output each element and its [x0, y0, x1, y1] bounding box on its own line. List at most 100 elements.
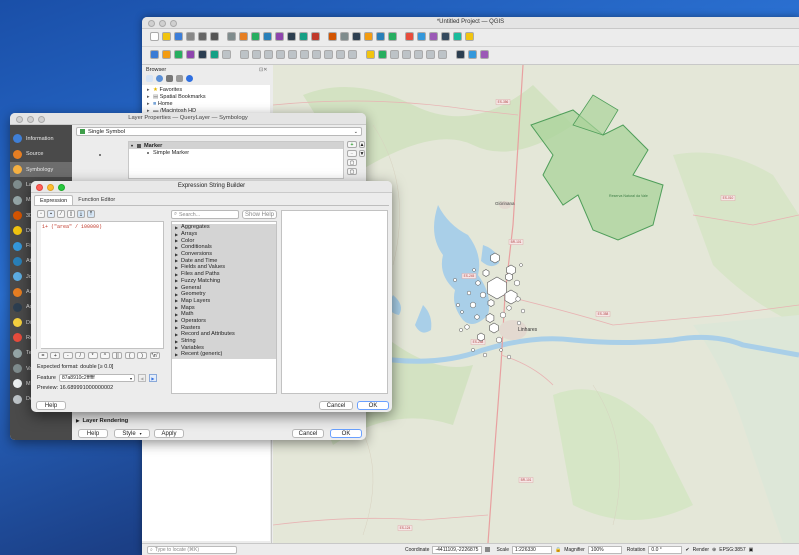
function-group[interactable]: ▶ Maps — [172, 304, 276, 311]
toolbar-tool-icon[interactable] — [162, 32, 171, 41]
toolbar-tool-icon[interactable] — [210, 50, 219, 59]
toolbar-tool-icon[interactable] — [239, 32, 248, 41]
show-help-button[interactable]: Show Help — [242, 210, 277, 219]
expression-editor[interactable]: 1+ ("area" / 100000) — [36, 221, 164, 350]
operator-button[interactable]: / — [75, 352, 86, 359]
function-group[interactable]: ▶ Arrays — [172, 230, 276, 238]
toolbar-tool-icon[interactable] — [453, 32, 462, 41]
toolbar-tool-icon[interactable] — [402, 50, 411, 59]
toolbar-tool-icon[interactable] — [390, 50, 399, 59]
function-group[interactable]: ▶ Variables — [172, 344, 276, 352]
browser-item-home[interactable]: ▸ ■ Home — [142, 100, 270, 107]
operator-button[interactable]: '\n' — [149, 352, 160, 359]
crs-label[interactable]: EPSG:3857 — [719, 547, 745, 553]
lock-icon[interactable]: 🔒 — [555, 547, 561, 553]
toolbar-tool-icon[interactable] — [311, 32, 320, 41]
save-icon[interactable]: ▪ — [47, 210, 55, 218]
toolbar-tool-icon[interactable] — [264, 50, 273, 59]
operator-button[interactable]: * — [87, 352, 98, 359]
previous-feature-icon[interactable]: ◀ — [137, 374, 146, 382]
move-up-button[interactable]: ▲ — [359, 141, 365, 148]
function-group[interactable]: ▶ Geometry — [172, 290, 276, 298]
toolbar-tool-icon[interactable] — [364, 32, 373, 41]
toolbar-tool-icon[interactable] — [222, 50, 231, 59]
crs-icon[interactable]: ⊕ — [712, 547, 716, 553]
sidebar-item-information[interactable]: Information — [10, 131, 72, 147]
layer-properties-titlebar[interactable]: Layer Properties — QueryLayer — Symbolog… — [10, 113, 366, 125]
toolbar-tool-icon[interactable] — [336, 50, 345, 59]
function-group[interactable]: ▶ Aggregates — [172, 224, 276, 231]
toolbar-tool-icon[interactable] — [324, 50, 333, 59]
toolbar-tool-icon[interactable] — [465, 32, 474, 41]
operator-button[interactable]: ) — [137, 352, 148, 359]
toolbar-tool-icon[interactable] — [150, 50, 159, 59]
sidebar-item-symbology[interactable]: Symbology — [10, 162, 72, 178]
operator-button[interactable]: ( — [124, 352, 135, 359]
remove-layer-button[interactable]: − — [347, 150, 357, 157]
layer-ok-button[interactable]: OK — [330, 429, 362, 438]
layer-rendering-group[interactable]: ▶ Layer Rendering — [76, 418, 128, 424]
tab-function-editor[interactable]: Function Editor — [73, 195, 120, 205]
info-icon[interactable] — [186, 75, 193, 82]
tree-item-simple-marker[interactable]: Simple Marker — [129, 149, 343, 156]
scale-input[interactable]: 1:226330 — [511, 545, 552, 554]
edit-icon[interactable]: ⁄ — [57, 210, 65, 218]
toolbar-tool-icon[interactable] — [227, 32, 236, 41]
toolbar-tool-icon[interactable] — [312, 50, 321, 59]
operator-button[interactable]: - — [62, 352, 73, 359]
function-group[interactable]: ▶ Math — [172, 310, 276, 318]
filter-icon[interactable] — [166, 75, 173, 82]
collapse-icon[interactable] — [176, 75, 183, 82]
toolbar-tool-icon[interactable] — [468, 50, 477, 59]
toolbar-tool-icon[interactable] — [352, 32, 361, 41]
duplicate-layer-button[interactable]: ▢ — [347, 168, 357, 175]
toolbar-tool-icon[interactable] — [186, 32, 195, 41]
toolbar-tool-icon[interactable] — [348, 50, 357, 59]
layer-help-button[interactable]: Help — [78, 429, 108, 438]
qgis-titlebar[interactable]: *Untitled Project — QGIS — [142, 17, 799, 29]
move-down-button[interactable]: ▼ — [359, 150, 365, 157]
locate-box[interactable]: ⌕ Type to locate (⌘K) — [147, 545, 237, 554]
add-layer-button[interactable]: + — [347, 141, 357, 148]
toolbar-tool-icon[interactable] — [388, 32, 397, 41]
toolbar-tool-icon[interactable] — [441, 32, 450, 41]
tab-expression[interactable]: Expression — [34, 195, 74, 205]
function-group[interactable]: ▶ General — [172, 284, 276, 291]
toolbar-tool-icon[interactable] — [456, 50, 465, 59]
toolbar-tool-icon[interactable] — [240, 50, 249, 59]
operator-button[interactable]: ^ — [99, 352, 110, 359]
operator-button[interactable]: + — [50, 352, 61, 359]
function-group[interactable]: ▶ Recent (generic) — [172, 351, 276, 358]
toolbar-tool-icon[interactable] — [210, 32, 219, 41]
toolbar-tool-icon[interactable] — [480, 50, 489, 59]
new-file-icon[interactable]: ▫ — [37, 210, 45, 218]
toolbar-tool-icon[interactable] — [438, 50, 447, 59]
operator-button[interactable]: = — [38, 352, 48, 359]
function-group[interactable]: ▶ String — [172, 337, 276, 345]
renderer-select[interactable]: Single Symbol ⌄ — [76, 127, 362, 136]
sidebar-item-source[interactable]: Source — [10, 147, 72, 163]
toolbar-tool-icon[interactable] — [174, 50, 183, 59]
apply-button[interactable]: Apply — [154, 429, 184, 438]
toolbar-tool-icon[interactable] — [252, 50, 261, 59]
toolbar-tool-icon[interactable] — [378, 50, 387, 59]
lock-layer-button[interactable]: ▢ — [347, 159, 357, 166]
function-group[interactable]: ▶ Date and Time — [172, 257, 276, 265]
tree-item-marker[interactable]: ▾ Marker — [129, 142, 343, 149]
function-group[interactable]: ▶ Files and Paths — [172, 270, 276, 278]
refresh-icon[interactable] — [156, 75, 163, 82]
toolbar-tool-icon[interactable] — [275, 32, 284, 41]
magnifier-input[interactable]: 100% — [587, 545, 622, 554]
toolbar-tool-icon[interactable] — [299, 32, 308, 41]
browser-item-bookmarks[interactable]: ▸ ▤ Spatial Bookmarks — [142, 93, 270, 100]
function-group[interactable]: ▶ Operators — [172, 317, 276, 325]
toolbar-tool-icon[interactable] — [288, 50, 297, 59]
expression-help-button[interactable]: Help — [36, 401, 66, 410]
toolbar-tool-icon[interactable] — [366, 50, 375, 59]
toolbar-tool-icon[interactable] — [287, 32, 296, 41]
function-group[interactable]: ▶ Rasters — [172, 324, 276, 331]
feature-select[interactable]: 87a8910c2ffffff ▾ — [58, 374, 135, 382]
function-group[interactable]: ▶ Color — [172, 237, 276, 245]
toolbar-tool-icon[interactable] — [417, 32, 426, 41]
toolbar-tool-icon[interactable] — [150, 32, 159, 41]
